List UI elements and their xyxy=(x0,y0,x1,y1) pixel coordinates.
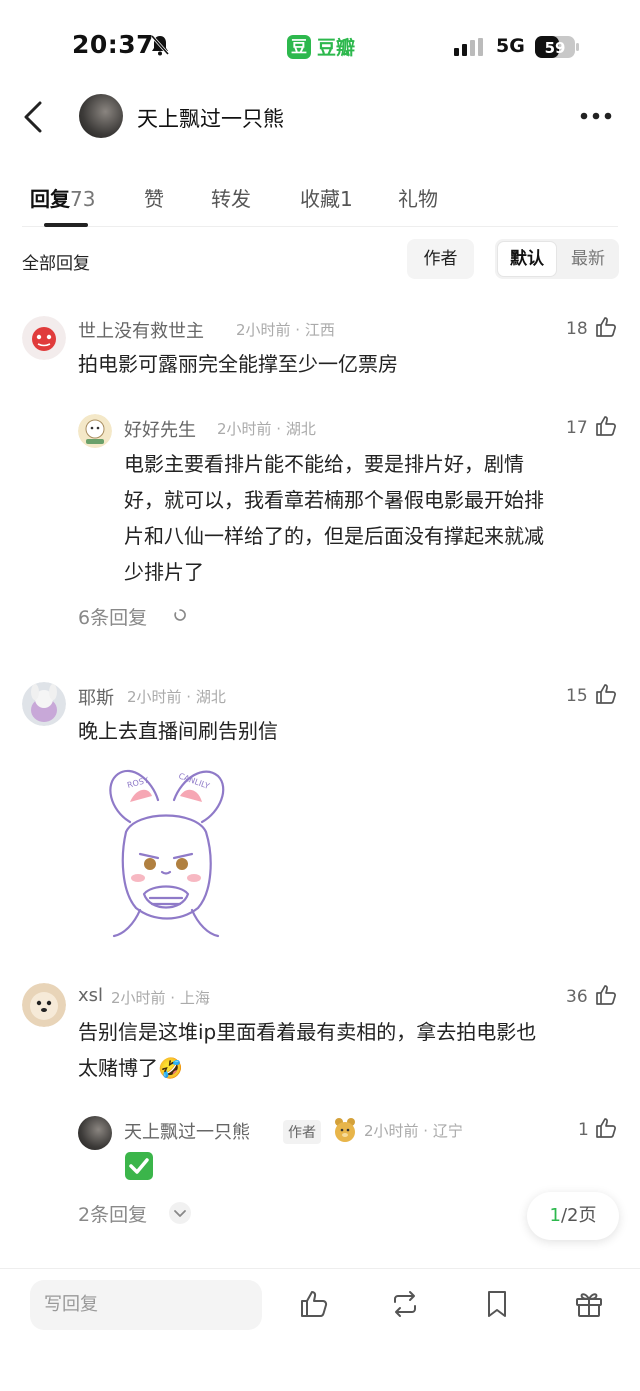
comment-username[interactable]: 耶斯 xyxy=(78,684,114,710)
tab-gifts-label: 礼物 xyxy=(398,187,438,211)
author-filter-button[interactable]: 作者 xyxy=(407,239,474,279)
thumbs-up-icon[interactable] xyxy=(594,414,618,438)
tab-replies-count: 73 xyxy=(70,187,96,211)
sticker-text: ROSY xyxy=(126,776,150,790)
tab-collections-count: 1 xyxy=(340,187,353,211)
sort-latest-button[interactable]: 最新 xyxy=(559,241,617,277)
thumbs-up-icon[interactable] xyxy=(594,983,618,1007)
douban-logo-icon: 豆 xyxy=(287,34,311,59)
reply-text-line: 好，就可以，我看章若楠那个暑假电影最开始排 xyxy=(124,488,544,512)
like-count: 1 xyxy=(578,1120,589,1140)
bookmark-icon[interactable] xyxy=(481,1288,513,1320)
reply-meta: 2小时前 · 辽宁 xyxy=(364,1122,463,1140)
like-count: 17 xyxy=(566,418,588,438)
view-replies-link[interactable]: 2条回复 xyxy=(78,1200,147,1227)
bottom-bar-divider xyxy=(0,1268,640,1269)
battery-icon: 59 xyxy=(535,36,579,58)
reply-avatar[interactable] xyxy=(78,414,112,448)
back-arrow-icon[interactable] xyxy=(20,100,46,134)
reply-text-line: 少排片了 xyxy=(124,560,204,584)
tab-collections-label: 收藏 xyxy=(300,187,340,211)
author-badge: 作者 xyxy=(283,1120,321,1144)
tab-reposts-label: 转发 xyxy=(211,187,251,211)
comment-text: 拍电影可露丽完全能撑至少一亿票房 xyxy=(78,352,398,376)
comment-text-line: 告别信是这堆ip里面看着最有卖相的，拿去拍电影也 xyxy=(78,1020,537,1044)
active-tab-indicator xyxy=(44,223,88,227)
reply-text-line: 电影主要看排片能不能给，要是排片好，剧情 xyxy=(124,452,524,476)
tabs-divider xyxy=(22,226,618,227)
reply-avatar[interactable] xyxy=(78,1116,112,1150)
post-author-name[interactable]: 天上飘过一只熊 xyxy=(137,103,284,133)
like-count: 36 xyxy=(566,987,588,1007)
repost-icon[interactable] xyxy=(389,1288,421,1320)
bear-badge-icon xyxy=(335,1118,355,1142)
app-indicator[interactable]: 豆 豆瓣 xyxy=(287,33,355,60)
loading-spinner-icon xyxy=(174,609,186,621)
comment-avatar[interactable] xyxy=(22,316,66,360)
like-icon[interactable] xyxy=(298,1288,330,1320)
sort-default-button[interactable]: 默认 xyxy=(497,241,557,277)
like-count: 18 xyxy=(566,319,588,339)
more-options-icon[interactable] xyxy=(580,112,612,120)
check-emoji: ✅ xyxy=(124,1151,154,1181)
thumbs-up-icon[interactable] xyxy=(594,682,618,706)
reply-input[interactable]: 写回复 xyxy=(30,1280,262,1330)
chevron-down-icon[interactable] xyxy=(168,1201,192,1225)
signal-icon xyxy=(454,38,483,56)
thumbs-up-icon[interactable] xyxy=(594,1116,618,1140)
bell-muted-icon xyxy=(150,35,170,56)
tab-replies-label: 回复 xyxy=(30,187,70,211)
reply-text-line: 片和八仙一样给了的，但是后面没有撑起来就减 xyxy=(124,524,544,548)
reply-username[interactable]: 好好先生 xyxy=(124,416,196,442)
replies-count-label: 2条回复 xyxy=(78,1204,148,1226)
like-count: 15 xyxy=(566,686,588,706)
bunny-sticker-image[interactable]: ROSY CANLILY xyxy=(100,762,232,940)
comment-text-line: 太赌博了🤣 xyxy=(78,1056,183,1080)
tab-likes[interactable]: 赞 xyxy=(144,183,164,212)
tab-likes-label: 赞 xyxy=(144,187,164,211)
view-replies-link[interactable]: 6条回复 xyxy=(78,603,147,630)
author-avatar[interactable] xyxy=(79,94,123,138)
comment-meta: 2小时前 · 江西 xyxy=(236,321,335,339)
tab-reposts[interactable]: 转发 xyxy=(211,183,251,212)
thumbs-up-icon[interactable] xyxy=(594,315,618,339)
reply-meta: 2小时前 · 湖北 xyxy=(217,420,316,438)
comment-avatar[interactable] xyxy=(22,682,66,726)
comment-meta: 2小时前 · 湖北 xyxy=(127,688,226,706)
tab-replies[interactable]: 回复73 xyxy=(30,183,95,212)
tab-gifts[interactable]: 礼物 xyxy=(398,183,438,212)
battery-level: 59 xyxy=(545,39,566,57)
replies-count-label: 6条回复 xyxy=(78,607,148,629)
current-page: 1 xyxy=(549,1205,561,1226)
tab-collections[interactable]: 收藏1 xyxy=(300,183,353,212)
total-pages: /2页 xyxy=(560,1205,597,1226)
page-indicator[interactable]: 1/2页 xyxy=(527,1192,619,1240)
reply-username[interactable]: 天上飘过一只熊 xyxy=(124,1118,250,1144)
all-replies-label: 全部回复 xyxy=(22,254,90,274)
comment-meta: 2小时前 · 上海 xyxy=(111,989,210,1007)
app-name: 豆瓣 xyxy=(317,37,356,59)
comment-username[interactable]: 世上没有救世主 xyxy=(78,317,204,343)
comment-avatar[interactable] xyxy=(22,983,66,1027)
comment-username[interactable]: xsl xyxy=(78,985,103,1006)
comment-text: 晚上去直播间刷告别信 xyxy=(78,719,278,743)
status-time: 20:37 xyxy=(72,30,155,59)
network-type: 5G xyxy=(496,35,525,57)
gift-icon[interactable] xyxy=(573,1288,605,1320)
reply-text: ✅ xyxy=(124,1151,154,1181)
